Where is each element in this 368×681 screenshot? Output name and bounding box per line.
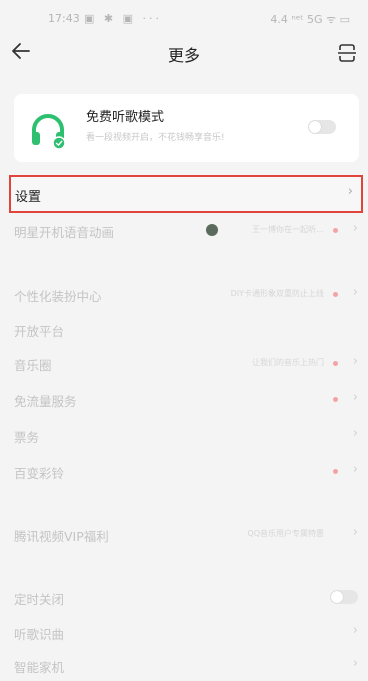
chevron-right-icon: › — [352, 525, 358, 540]
row-label: 腾讯视频VIP福利 — [14, 529, 109, 544]
free-mode-title: 免费听歌模式 — [86, 110, 165, 125]
row-open-platform[interactable]: 开放平台 — [0, 312, 368, 346]
row-label: 定时关闭 — [14, 592, 65, 607]
headphones-icon — [28, 110, 68, 150]
chevron-right-icon: › — [347, 184, 353, 199]
settings-row[interactable]: 设置 › — [9, 175, 363, 213]
header: 更多 — [0, 36, 368, 72]
chevron-right-icon: › — [352, 623, 358, 638]
settings-label: 设置 — [15, 190, 42, 205]
row-hint: 让我们的音乐上热门 — [252, 358, 324, 367]
row-hint: DIY卡通形象双重防止上线 — [230, 289, 324, 298]
red-dot-badge — [333, 361, 338, 366]
chevron-right-icon: › — [352, 390, 358, 405]
row-label: 百变彩铃 — [14, 466, 65, 481]
red-dot-badge — [333, 292, 338, 297]
status-bar: 17:43 ▣ ✱ ▣ ··· 4.4 ⁿᵉᵗ 5G ᯤ ▭ — [0, 0, 368, 36]
red-dot-badge — [333, 228, 338, 233]
row-tickets[interactable]: 票务 › — [0, 418, 368, 452]
scan-icon[interactable] — [336, 42, 358, 64]
row-ringtone[interactable]: 百变彩铃 › — [0, 454, 368, 488]
row-free-traffic[interactable]: 免流量服务 › — [0, 382, 368, 416]
status-time: 17:43 — [48, 12, 80, 25]
row-song-recognition[interactable]: 听歌识曲 › — [0, 615, 368, 649]
row-label: 智能家机 — [14, 660, 65, 675]
row-hint: 王一博你在一起听… — [252, 225, 324, 234]
chevron-right-icon: › — [352, 656, 358, 671]
sleep-timer-toggle[interactable] — [330, 590, 358, 604]
avatar — [206, 224, 218, 236]
free-mode-card[interactable]: 免费听歌模式 看一段视频开启，不花钱畅享音乐! — [14, 94, 359, 162]
row-star-voice[interactable]: 明星开机语音动画 王一博你在一起听… › — [0, 213, 368, 247]
row-label: 听歌识曲 — [14, 627, 65, 642]
row-dress-up[interactable]: 个性化装扮中心 DIY卡通形象双重防止上线 › — [0, 277, 368, 311]
status-icons: ▣ ✱ ▣ ··· — [84, 12, 162, 25]
chevron-right-icon: › — [352, 285, 358, 300]
row-label: 音乐圈 — [14, 358, 52, 373]
row-hint: QQ音乐用户专属特惠 — [247, 529, 324, 538]
row-label: 票务 — [14, 430, 40, 445]
status-right-icons: 4.4 ⁿᵉᵗ 5G ᯤ ▭ — [270, 13, 350, 26]
chevron-right-icon: › — [352, 221, 358, 236]
free-mode-subtitle: 看一段视频开启，不花钱畅享音乐! — [86, 133, 225, 143]
row-label: 开放平台 — [14, 324, 65, 339]
free-mode-toggle[interactable] — [308, 120, 336, 134]
row-label: 明星开机语音动画 — [14, 225, 115, 240]
chevron-right-icon: › — [352, 462, 358, 477]
row-tencent-video-vip[interactable]: 腾讯视频VIP福利 QQ音乐用户专属特惠 › — [0, 517, 368, 551]
page-title: 更多 — [167, 46, 200, 65]
red-dot-badge — [333, 469, 338, 474]
red-dot-badge — [333, 397, 338, 402]
row-sleep-timer[interactable]: 定时关闭 — [0, 580, 368, 614]
row-music-circle[interactable]: 音乐圈 让我们的音乐上热门 › — [0, 346, 368, 380]
row-label: 个性化装扮中心 — [14, 289, 102, 304]
row-smart-device[interactable]: 智能家机 › — [0, 648, 368, 681]
chevron-right-icon: › — [352, 354, 358, 369]
row-label: 免流量服务 — [14, 394, 77, 409]
chevron-right-icon: › — [352, 426, 358, 441]
